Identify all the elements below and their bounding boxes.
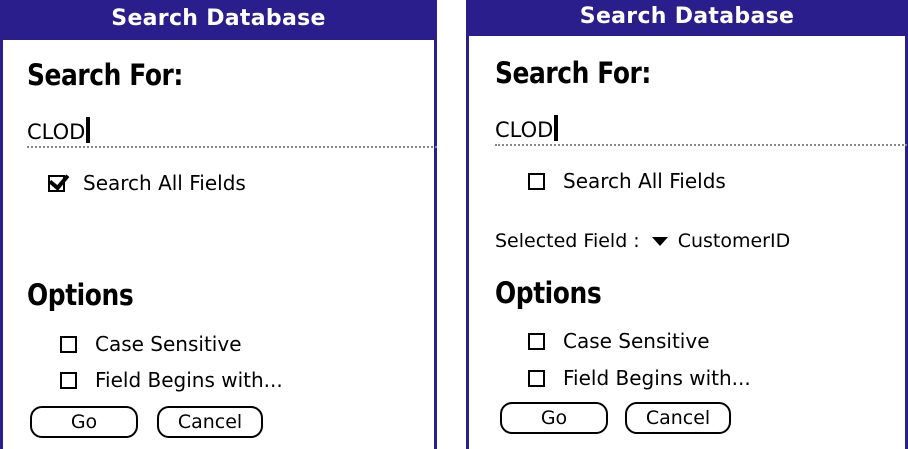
search-dialog-left: Search Database Search For: CLOD Search … [0, 0, 437, 449]
search-all-fields-label: Search All Fields [563, 169, 726, 193]
checkbox-icon [60, 371, 77, 389]
search-all-fields-label: Search All Fields [83, 171, 246, 195]
case-sensitive-checkbox[interactable]: Case Sensitive [528, 329, 710, 353]
search-all-fields-checkbox[interactable]: Search All Fields [48, 171, 246, 195]
field-begins-checkbox[interactable]: Field Begins with... [60, 368, 283, 392]
field-begins-label: Field Begins with... [563, 366, 751, 390]
options-heading: Options [495, 276, 602, 310]
search-input[interactable]: CLOD [495, 112, 907, 146]
go-button[interactable]: Go [30, 406, 138, 438]
checkbox-icon [528, 369, 545, 387]
case-sensitive-label: Case Sensitive [563, 329, 710, 353]
selected-field-row: Selected Field : CustomerID [495, 230, 790, 252]
field-begins-label: Field Begins with... [95, 368, 283, 392]
selected-field-dropdown[interactable]: CustomerID [678, 230, 791, 252]
search-all-fields-checkbox[interactable]: Search All Fields [528, 169, 726, 193]
field-begins-checkbox[interactable]: Field Begins with... [528, 366, 751, 390]
search-for-label: Search For: [27, 58, 183, 92]
search-input[interactable]: CLOD [27, 114, 437, 148]
checkbox-icon [528, 172, 545, 190]
dialog-title: Search Database [3, 0, 434, 40]
search-for-label: Search For: [495, 56, 651, 90]
search-input-value: CLOD [495, 118, 554, 142]
text-caret [86, 117, 91, 143]
search-dialog-right: Search Database Search For: CLOD Search … [466, 0, 908, 449]
case-sensitive-checkbox[interactable]: Case Sensitive [60, 332, 242, 356]
selected-field-label: Selected Field : [495, 230, 640, 252]
dialog-title: Search Database [469, 0, 905, 36]
cancel-button[interactable]: Cancel [625, 402, 731, 434]
text-caret [554, 115, 559, 141]
checkbox-icon [528, 332, 545, 350]
options-heading: Options [27, 278, 134, 312]
case-sensitive-label: Case Sensitive [95, 332, 242, 356]
dropdown-triangle-icon[interactable] [651, 236, 668, 246]
checkbox-icon [60, 335, 77, 353]
go-button[interactable]: Go [500, 402, 608, 434]
checkbox-checked-icon [48, 174, 65, 192]
search-input-value: CLOD [27, 120, 86, 144]
cancel-button[interactable]: Cancel [157, 406, 263, 438]
